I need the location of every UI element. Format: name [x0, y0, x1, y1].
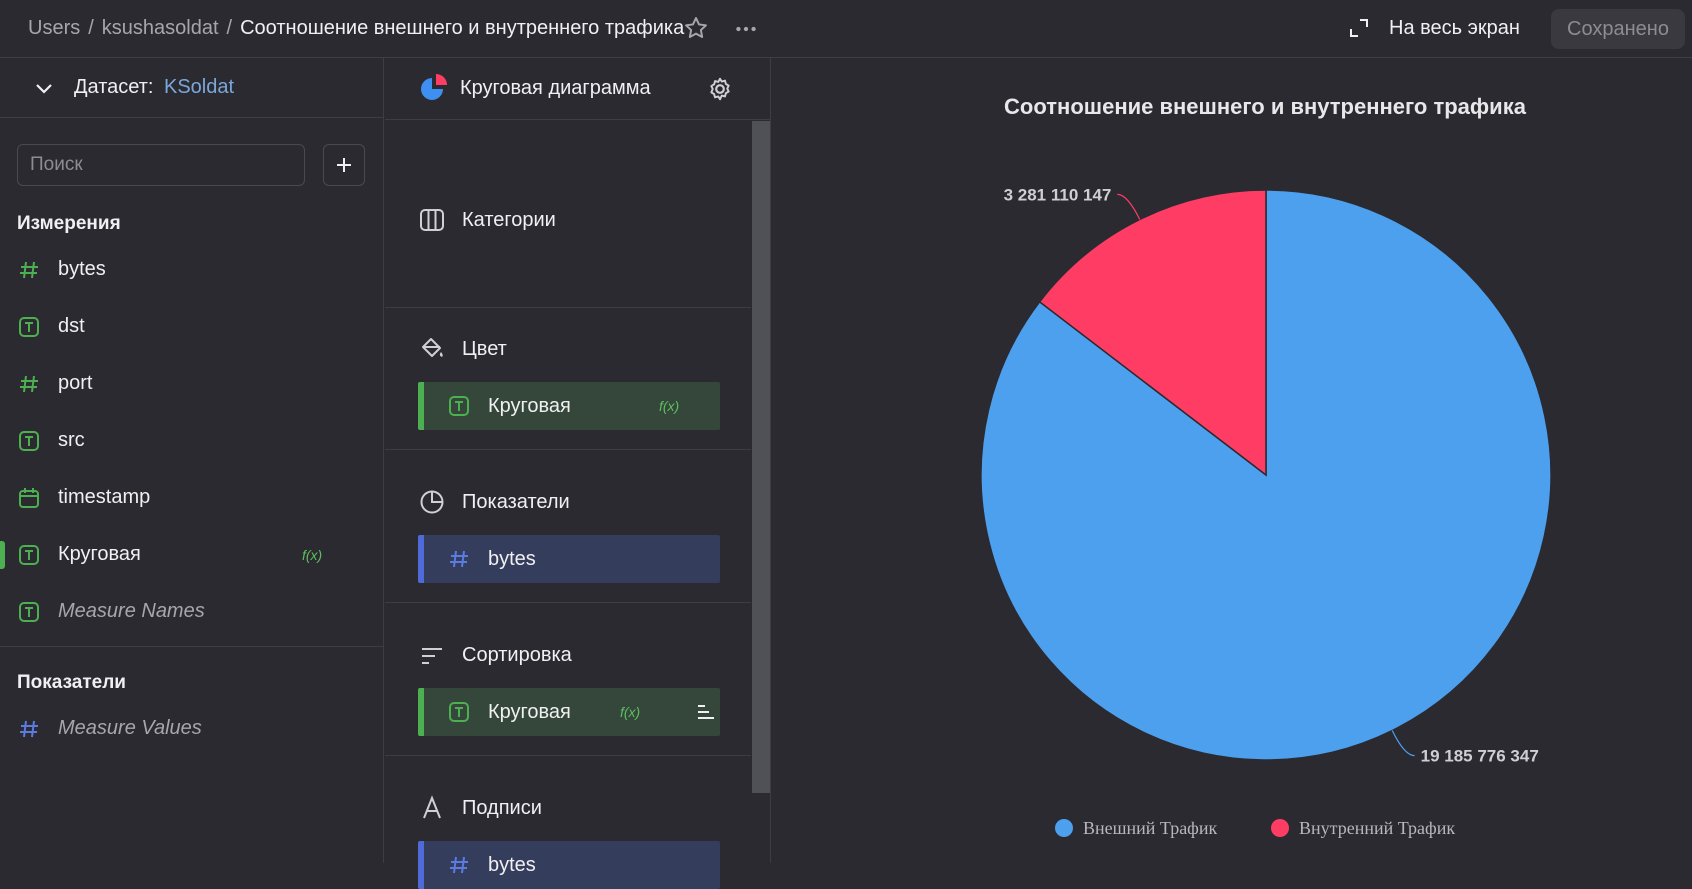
- legend-marker[interactable]: [1055, 819, 1073, 837]
- label-connector: [1117, 193, 1141, 220]
- dimension-label: port: [58, 372, 93, 394]
- section-sort-label: Сортировка: [462, 644, 572, 666]
- measure-label: Measure Values: [58, 717, 202, 739]
- saved-button[interactable]: Сохранено: [1551, 9, 1685, 49]
- top-bar: Users / ksushasoldat / Соотношение внешнего …: [0, 0, 1692, 58]
- letter-a-icon: [423, 795, 441, 819]
- page-title: Соотношение внешнего и внутреннего трафи…: [240, 17, 685, 39]
- text-field-icon: [19, 431, 39, 451]
- chip-label: Круговая: [488, 395, 571, 417]
- sort-direction-icon[interactable]: [696, 702, 716, 722]
- dataset-panel: Датасет: KSoldat Поиск Измерения bytes d…: [0, 58, 384, 863]
- text-field-icon: [449, 396, 469, 416]
- expand-icon: [1350, 19, 1368, 37]
- visualization-panel: Круговая диаграмма Категории Цвет Кругов…: [385, 58, 771, 889]
- star-icon[interactable]: [683, 15, 709, 41]
- divider: [385, 449, 751, 450]
- hash-icon: [20, 720, 38, 738]
- plus-icon: [337, 158, 351, 172]
- chevron-down-icon[interactable]: [32, 76, 56, 100]
- dataset-row: Датасет: KSoldat: [0, 58, 384, 118]
- selection-indicator: [0, 541, 5, 569]
- breadcrumb: Users / ksushasoldat / Соотношение внешнего …: [28, 17, 685, 39]
- add-field-button[interactable]: [323, 144, 365, 186]
- chart-area: Соотношение внешнего и внутреннего трафи…: [772, 58, 1692, 863]
- chart-title: Соотношение внешнего и внутреннего трафи…: [1004, 94, 1527, 119]
- dataset-label: Датасет:: [74, 76, 154, 98]
- paint-bucket-icon: [422, 338, 443, 357]
- formula-icon: f(x): [302, 547, 323, 563]
- label-connector: [1391, 730, 1415, 757]
- measures-title: Показатели: [17, 672, 126, 693]
- measure-item-measure-values[interactable]: Measure Values: [0, 707, 384, 751]
- legend-marker[interactable]: [1271, 819, 1289, 837]
- divider: [0, 646, 384, 647]
- dimension-label: Measure Names: [58, 600, 205, 622]
- visualization-type-label: Круговая диаграмма: [460, 77, 651, 99]
- divider: [385, 602, 751, 603]
- text-field-icon: [449, 702, 469, 722]
- legend-item[interactable]: Внешний Трафик: [1083, 818, 1217, 838]
- hash-icon: [20, 261, 38, 279]
- search-input[interactable]: Поиск: [17, 144, 305, 186]
- dimension-item-src[interactable]: src: [0, 419, 384, 463]
- chip-label: Круговая: [488, 701, 571, 723]
- clock-pie-icon: [420, 490, 444, 514]
- text-field-icon: [19, 545, 39, 565]
- dimension-item-timestamp[interactable]: timestamp: [0, 476, 384, 520]
- gear-icon[interactable]: [707, 76, 733, 102]
- scrollbar[interactable]: [752, 121, 770, 793]
- dataset-name-link[interactable]: KSoldat: [164, 76, 234, 99]
- section-color-label: Цвет: [462, 338, 507, 360]
- labels-field-chip[interactable]: bytes: [418, 841, 720, 889]
- section-categories-label: Категории: [462, 209, 556, 231]
- hash-icon: [450, 550, 468, 568]
- divider: [385, 307, 751, 308]
- dimension-item-dst[interactable]: dst: [0, 305, 384, 349]
- color-field-chip[interactable]: Круговая f(x): [418, 382, 720, 430]
- dimension-label: bytes: [58, 258, 106, 280]
- dimension-item-bytes[interactable]: bytes: [0, 248, 384, 292]
- hash-icon: [20, 375, 38, 393]
- legend-item[interactable]: Внутренний Трафик: [1299, 818, 1455, 838]
- breadcrumb-user[interactable]: ksushasoldat: [102, 17, 219, 39]
- dimension-label: src: [58, 429, 85, 451]
- breadcrumb-users[interactable]: Users: [28, 17, 80, 39]
- formula-icon: f(x): [620, 704, 641, 720]
- data-label: 3 281 110 147: [1004, 185, 1112, 204]
- measures-field-chip[interactable]: bytes: [418, 535, 720, 583]
- dimension-item-measure-names[interactable]: Measure Names: [0, 590, 384, 634]
- dimension-label: Круговая: [58, 543, 141, 565]
- dimension-item-krugovaya[interactable]: Круговая f(x): [0, 533, 384, 577]
- sort-icon: [422, 648, 442, 664]
- more-icon[interactable]: [733, 16, 759, 42]
- visualization-header[interactable]: Круговая диаграмма: [385, 58, 771, 120]
- dimension-label: dst: [58, 315, 85, 337]
- pie-chart-icon: [421, 74, 447, 100]
- fullscreen-button[interactable]: На весь экран: [1349, 15, 1520, 41]
- pie-chart: Соотношение внешнего и внутреннего трафи…: [980, 94, 1552, 838]
- chip-label: bytes: [488, 548, 536, 570]
- dimension-item-port[interactable]: port: [0, 362, 384, 406]
- formula-icon: f(x): [659, 398, 680, 414]
- columns-icon: [420, 209, 444, 231]
- calendar-icon: [19, 488, 39, 508]
- dimensions-title: Измерения: [17, 213, 121, 234]
- section-measures-label: Показатели: [462, 491, 570, 513]
- text-field-icon: [19, 602, 39, 622]
- text-field-icon: [19, 317, 39, 337]
- sort-field-chip[interactable]: Круговая f(x): [418, 688, 720, 736]
- section-categories: [385, 121, 751, 261]
- divider: [385, 755, 751, 756]
- section-labels-label: Подписи: [462, 797, 542, 819]
- hash-icon: [450, 856, 468, 874]
- fullscreen-label: На весь экран: [1389, 16, 1520, 39]
- data-label: 19 185 776 347: [1421, 747, 1539, 766]
- dimension-label: timestamp: [58, 486, 151, 508]
- chip-label: bytes: [488, 854, 536, 876]
